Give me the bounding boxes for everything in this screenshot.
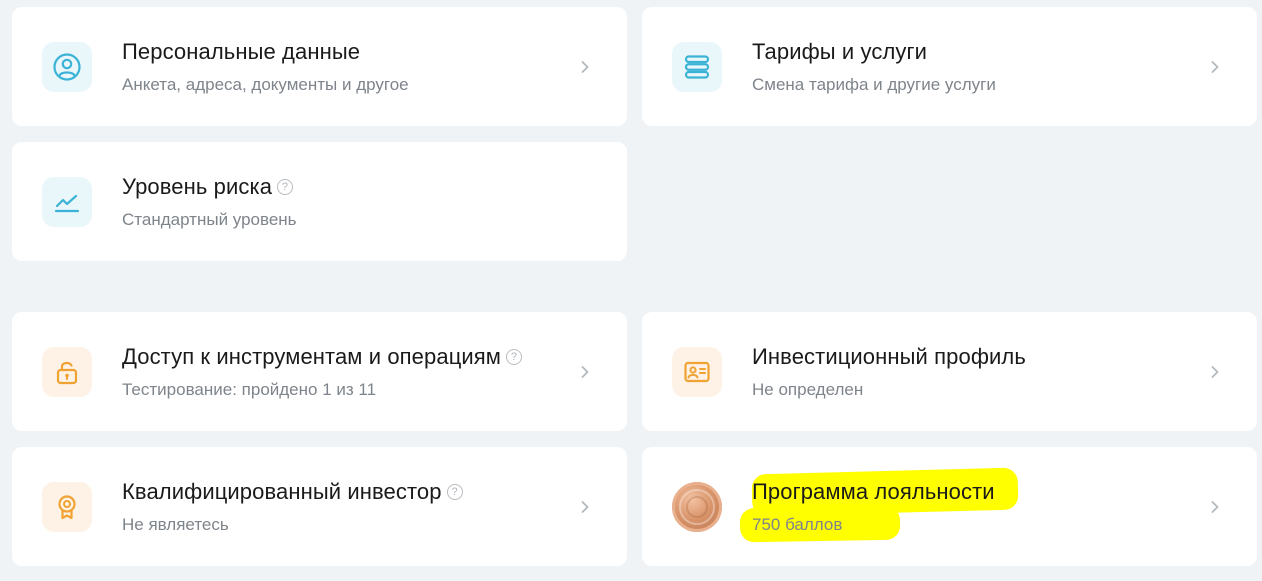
chevron-right-icon (1211, 61, 1219, 73)
unlock-icon (42, 347, 92, 397)
chevron-right-icon (581, 61, 589, 73)
card-title-text: Доступ к инструментам и операциям (122, 344, 502, 369)
user-circle-icon (42, 42, 92, 92)
chevron-right-icon (581, 501, 589, 513)
card-subtitle: Смена тарифа и другие услуги (752, 75, 996, 94)
bronze-coin-icon (672, 482, 722, 532)
card-subtitle: Не являетесь (122, 515, 229, 534)
card-loyalty-program[interactable]: Программа лояльности 750 баллов (642, 447, 1257, 566)
card-title: Программа лояльности (752, 479, 995, 504)
chevron-right-icon (1211, 501, 1219, 513)
card-title-text: Квалифицированный инвестор (122, 479, 442, 504)
stack-icon (672, 42, 722, 92)
id-card-icon (672, 347, 722, 397)
card-investment-profile[interactable]: Инвестиционный профиль Не определен (642, 312, 1257, 431)
help-icon[interactable]: ? (506, 349, 523, 365)
card-personal-data[interactable]: Персональные данные Анкета, адреса, доку… (12, 7, 627, 126)
card-title: Уровень риска ? (122, 174, 294, 200)
card-title-text: Уровень риска (122, 174, 273, 199)
award-icon (42, 482, 92, 532)
card-title: Тарифы и услуги (752, 39, 928, 64)
help-icon[interactable]: ? (446, 484, 463, 500)
card-risk-level[interactable]: Уровень риска ? Стандартный уровень (12, 142, 627, 261)
card-subtitle: 750 баллов (752, 515, 843, 534)
chevron-right-icon (581, 366, 589, 378)
card-subtitle: Стандартный уровень (122, 210, 297, 229)
chart-line-icon (42, 177, 92, 227)
card-title: Инвестиционный профиль (752, 344, 1026, 369)
card-title: Персональные данные (122, 39, 361, 64)
help-icon[interactable]: ? (277, 179, 294, 195)
card-subtitle: Не определен (752, 380, 864, 399)
chevron-right-icon (1211, 366, 1219, 378)
card-access-instruments[interactable]: Доступ к инструментам и операциям ? Тест… (12, 312, 627, 431)
card-qualified-investor[interactable]: Квалифицированный инвестор ? Не являетес… (12, 447, 627, 566)
card-subtitle: Анкета, адреса, документы и другое (122, 75, 409, 94)
card-tariffs[interactable]: Тарифы и услуги Смена тарифа и другие ус… (642, 7, 1257, 126)
card-subtitle: Тестирование: пройдено 1 из 11 (122, 380, 377, 399)
card-title: Доступ к инструментам и операциям ? (122, 344, 523, 370)
card-title: Квалифицированный инвестор ? (122, 479, 463, 505)
